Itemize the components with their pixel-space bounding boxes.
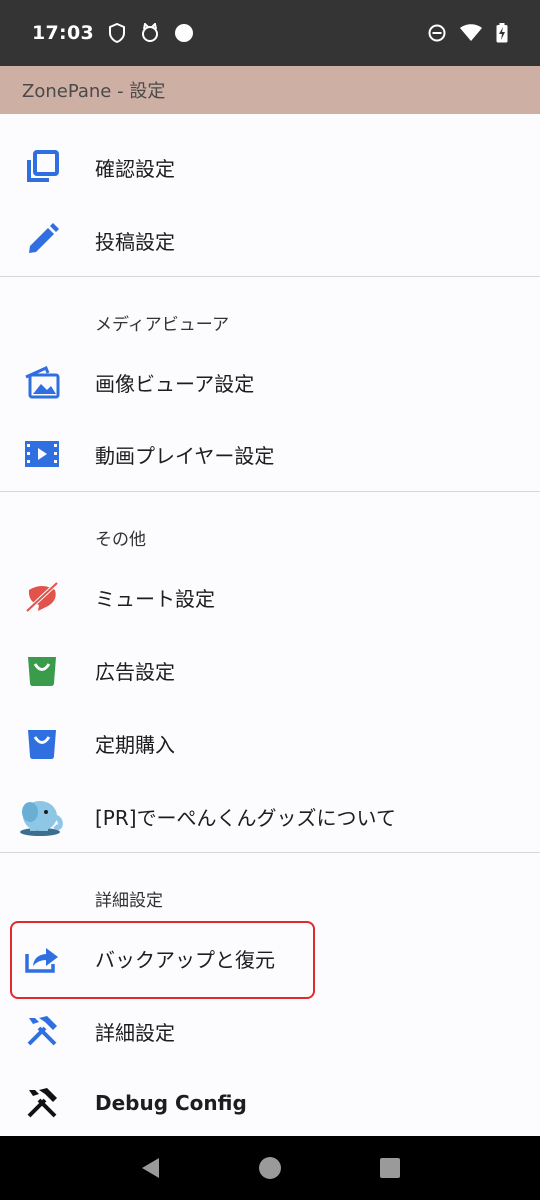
copy-icon xyxy=(22,147,62,187)
divider xyxy=(0,276,540,277)
share-export-icon xyxy=(22,938,62,978)
section-header-other: その他 xyxy=(95,530,146,550)
shopping-bag-icon xyxy=(22,723,62,763)
recents-icon[interactable] xyxy=(370,1148,410,1188)
settings-item-advanced[interactable]: 詳細設定 xyxy=(0,995,540,1067)
section-header-media-viewer: メディアビューア xyxy=(95,315,230,335)
settings-item-post[interactable]: 投稿設定 xyxy=(0,204,540,276)
settings-item-label: ミュート設定 xyxy=(95,586,215,611)
settings-item-debug[interactable]: Debug Config xyxy=(0,1067,540,1139)
settings-item-backup[interactable]: バックアップと復元 xyxy=(0,922,540,994)
settings-item-video-player[interactable]: 動画プレイヤー設定 xyxy=(0,418,540,490)
images-icon xyxy=(22,362,62,402)
settings-item-label: 詳細設定 xyxy=(95,1020,175,1045)
divider xyxy=(0,491,540,492)
settings-item-label: [PR]でーぺんくんグッズについて xyxy=(95,805,396,830)
settings-item-label: Debug Config xyxy=(95,1091,247,1115)
battery-charging-icon xyxy=(496,23,508,43)
settings-item-mute[interactable]: ミュート設定 xyxy=(0,561,540,633)
settings-item-label: 動画プレイヤー設定 xyxy=(95,443,275,468)
elephant-mascot-icon xyxy=(18,792,66,840)
settings-item-confirm[interactable]: 確認設定 xyxy=(0,131,540,203)
app-bar: ZonePane - 設定 xyxy=(0,66,540,114)
wifi-icon xyxy=(460,24,482,42)
settings-item-goods[interactable]: [PR]でーぺんくんグッズについて xyxy=(0,780,540,852)
settings-item-subscription[interactable]: 定期購入 xyxy=(0,707,540,779)
divider xyxy=(0,852,540,853)
shield-icon xyxy=(108,23,126,43)
status-bar: 17:03 xyxy=(0,0,540,66)
settings-item-ads[interactable]: 広告設定 xyxy=(0,634,540,706)
pencil-icon xyxy=(22,220,62,260)
settings-item-image-viewer[interactable]: 画像ビューア設定 xyxy=(0,346,540,418)
tools-icon xyxy=(22,1011,62,1051)
settings-item-label: 広告設定 xyxy=(95,659,175,684)
screen: 17:03 ZonePane - 設定 確認設定 投稿設定 メディアビューア 画… xyxy=(0,0,540,1200)
cat-icon xyxy=(140,23,160,43)
circle-icon xyxy=(174,23,194,43)
section-header-advanced: 詳細設定 xyxy=(95,891,163,911)
navigation-bar xyxy=(0,1136,540,1200)
tools-icon xyxy=(22,1083,62,1123)
mute-speech-icon xyxy=(22,577,62,617)
settings-item-label: 投稿設定 xyxy=(95,229,175,254)
settings-item-label: 確認設定 xyxy=(95,156,175,181)
status-time: 17:03 xyxy=(32,22,94,44)
settings-list: 確認設定 投稿設定 メディアビューア 画像ビューア設定 動画プレイヤー設定 その… xyxy=(0,114,540,1136)
settings-item-label: バックアップと復元 xyxy=(95,947,275,972)
settings-item-label: 画像ビューア設定 xyxy=(95,371,255,396)
settings-item-label: 定期購入 xyxy=(95,732,175,757)
dnd-icon xyxy=(428,24,446,42)
back-icon[interactable] xyxy=(130,1148,170,1188)
home-icon[interactable] xyxy=(250,1148,290,1188)
app-title: ZonePane - 設定 xyxy=(22,81,166,102)
video-film-icon xyxy=(22,434,62,474)
shopping-bag-icon xyxy=(22,650,62,690)
